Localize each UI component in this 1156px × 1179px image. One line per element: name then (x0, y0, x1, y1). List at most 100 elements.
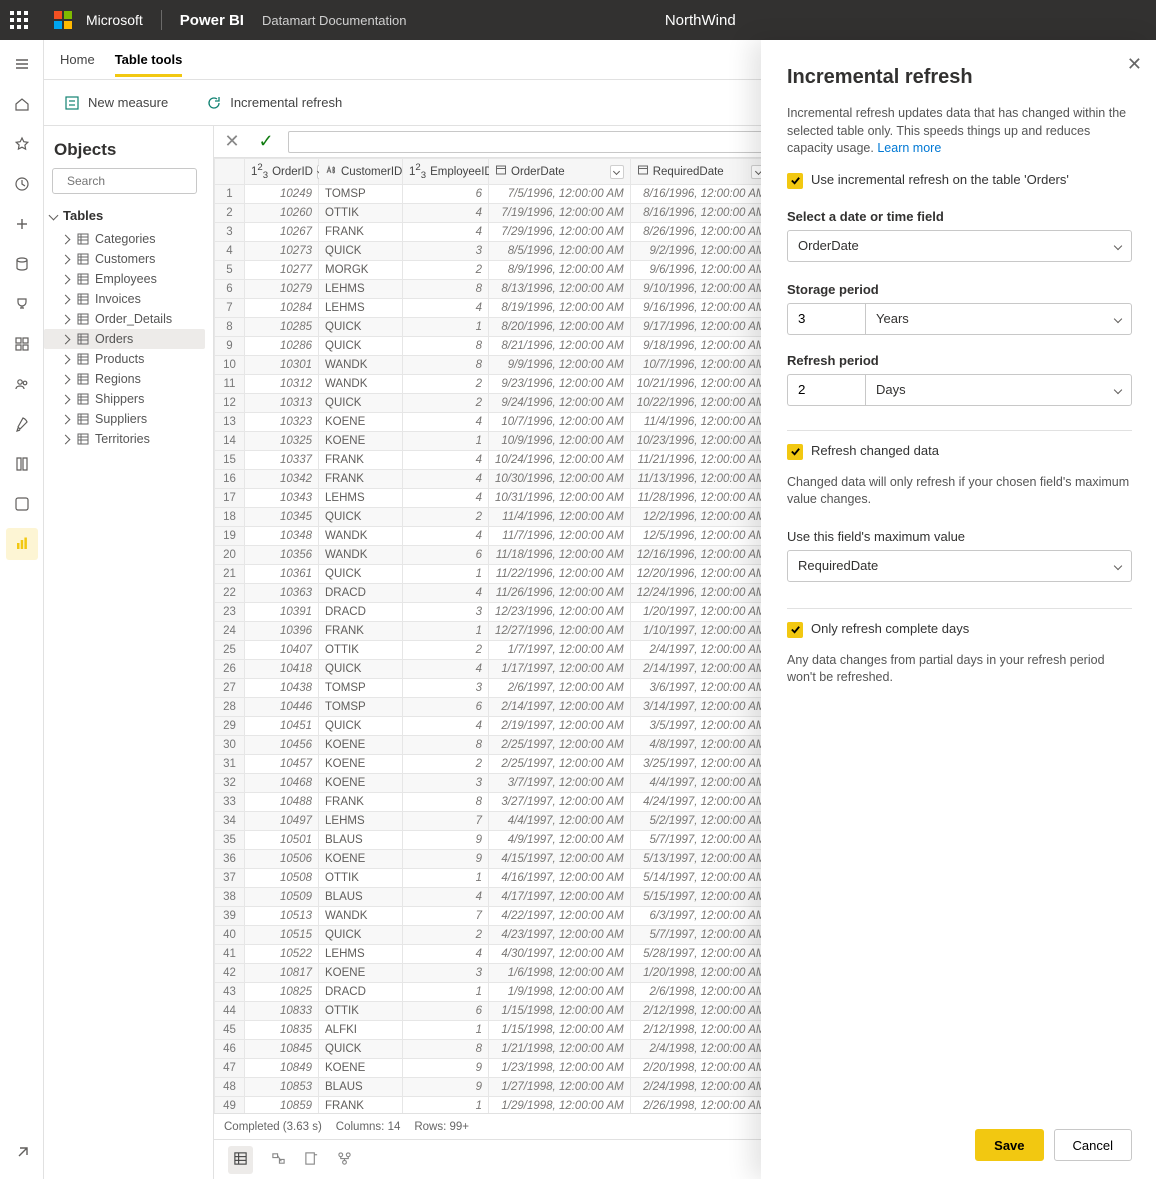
cell[interactable]: 11/18/1996, 12:00:00 AM (489, 546, 631, 565)
cell[interactable]: QUICK (319, 508, 403, 527)
cell[interactable]: 8/13/1996, 12:00:00 AM (489, 280, 631, 299)
cell[interactable]: 10345 (245, 508, 319, 527)
cell[interactable]: 10/9/1996, 12:00:00 AM (489, 432, 631, 451)
cell[interactable]: 4 (403, 299, 489, 318)
cell[interactable]: 10468 (245, 774, 319, 793)
table-row[interactable]: 3210468KOENE33/7/1997, 12:00:00 AM4/4/19… (215, 774, 817, 793)
cell[interactable]: KOENE (319, 850, 403, 869)
cell[interactable]: 6/3/1997, 12:00:00 AM (630, 907, 772, 926)
cell[interactable]: 8/16/1996, 12:00:00 AM (630, 204, 772, 223)
cell[interactable]: QUICK (319, 717, 403, 736)
cell[interactable]: WANDK (319, 527, 403, 546)
cell[interactable]: 4 (403, 527, 489, 546)
tab-table-tools[interactable]: Table tools (115, 42, 183, 77)
refresh-value-input[interactable] (787, 374, 865, 406)
cell[interactable]: 2/19/1997, 12:00:00 AM (489, 717, 631, 736)
cell[interactable]: DRACD (319, 603, 403, 622)
cell[interactable]: 1/7/1997, 12:00:00 AM (489, 641, 631, 660)
cell[interactable]: 7/5/1996, 12:00:00 AM (489, 185, 631, 204)
cell[interactable]: 1 (403, 1021, 489, 1040)
cell[interactable]: 10509 (245, 888, 319, 907)
table-row[interactable]: 1210313QUICK29/24/1996, 12:00:00 AM10/22… (215, 394, 817, 413)
cell[interactable]: 10286 (245, 337, 319, 356)
cell[interactable]: 2/12/1998, 12:00:00 AM (630, 1021, 772, 1040)
table-row[interactable]: 410273QUICK38/5/1996, 12:00:00 AM9/2/199… (215, 242, 817, 261)
cell[interactable]: 2/25/1997, 12:00:00 AM (489, 755, 631, 774)
cell[interactable]: KOENE (319, 755, 403, 774)
table-row[interactable]: 2610418QUICK41/17/1997, 12:00:00 AM2/14/… (215, 660, 817, 679)
cell[interactable]: 8/9/1996, 12:00:00 AM (489, 261, 631, 280)
cell[interactable]: 4/17/1997, 12:00:00 AM (489, 888, 631, 907)
table-row[interactable]: 4510835ALFKI11/15/1998, 12:00:00 AM2/12/… (215, 1021, 817, 1040)
cell[interactable]: 10267 (245, 223, 319, 242)
cell[interactable]: 4 (403, 470, 489, 489)
cell[interactable]: 4 (403, 204, 489, 223)
cell[interactable]: 10456 (245, 736, 319, 755)
cell[interactable]: 2 (403, 261, 489, 280)
table-row[interactable]: 2910451QUICK42/19/1997, 12:00:00 AM3/5/1… (215, 717, 817, 736)
table-row[interactable]: 4210817KOENE31/6/1998, 12:00:00 AM1/20/1… (215, 964, 817, 983)
cell[interactable]: 1/29/1998, 12:00:00 AM (489, 1097, 631, 1113)
table-row[interactable]: 3710508OTTIK14/16/1997, 12:00:00 AM5/14/… (215, 869, 817, 888)
cell[interactable]: 2/6/1997, 12:00:00 AM (489, 679, 631, 698)
cell[interactable]: 11/28/1996, 12:00:00 AM (630, 489, 772, 508)
cell[interactable]: BLAUS (319, 831, 403, 850)
storage-unit-select[interactable]: Years (865, 303, 1132, 335)
cell[interactable]: 8 (403, 337, 489, 356)
cell[interactable]: 12/20/1996, 12:00:00 AM (630, 565, 772, 584)
cell[interactable]: 4 (403, 584, 489, 603)
cell[interactable]: 1 (403, 622, 489, 641)
cell[interactable]: DRACD (319, 983, 403, 1002)
learn-more-link[interactable]: Learn more (877, 141, 941, 155)
table-row[interactable]: 1910348WANDK411/7/1996, 12:00:00 AM12/5/… (215, 527, 817, 546)
table-row[interactable]: 1710343LEHMS410/31/1996, 12:00:00 AM11/2… (215, 489, 817, 508)
cell[interactable]: OTTIK (319, 869, 403, 888)
cell[interactable]: 4 (403, 489, 489, 508)
cell[interactable]: 10515 (245, 926, 319, 945)
cell[interactable]: 10391 (245, 603, 319, 622)
cell[interactable]: 1/6/1998, 12:00:00 AM (489, 964, 631, 983)
table-row[interactable]: 2310391DRACD312/23/1996, 12:00:00 AM1/20… (215, 603, 817, 622)
close-icon[interactable]: ✕ (1127, 54, 1142, 75)
table-item-shippers[interactable]: Shippers (44, 389, 205, 409)
table-item-regions[interactable]: Regions (44, 369, 205, 389)
cell[interactable]: 10835 (245, 1021, 319, 1040)
table-row[interactable]: 3310488FRANK83/27/1997, 12:00:00 AM4/24/… (215, 793, 817, 812)
cell[interactable]: LEHMS (319, 299, 403, 318)
cell[interactable]: DRACD (319, 584, 403, 603)
table-row[interactable]: 1010301WANDK89/9/1996, 12:00:00 AM10/7/1… (215, 356, 817, 375)
cell[interactable]: 11/7/1996, 12:00:00 AM (489, 527, 631, 546)
cell[interactable]: 12/24/1996, 12:00:00 AM (630, 584, 772, 603)
cell[interactable]: 6 (403, 1002, 489, 1021)
table-row[interactable]: 2410396FRANK112/27/1996, 12:00:00 AM1/10… (215, 622, 817, 641)
cell[interactable]: KOENE (319, 413, 403, 432)
incremental-refresh-button[interactable]: Incremental refresh (198, 89, 350, 117)
table-row[interactable]: 2710438TOMSP32/6/1997, 12:00:00 AM3/6/19… (215, 679, 817, 698)
cell[interactable]: 10356 (245, 546, 319, 565)
cell[interactable]: MORGK (319, 261, 403, 280)
cell[interactable]: FRANK (319, 793, 403, 812)
cell[interactable]: 10/24/1996, 12:00:00 AM (489, 451, 631, 470)
table-row[interactable]: 4710849KOENE91/23/1998, 12:00:00 AM2/20/… (215, 1059, 817, 1078)
table-row[interactable]: 610279LEHMS88/13/1996, 12:00:00 AM9/10/1… (215, 280, 817, 299)
cell[interactable]: 3/14/1997, 12:00:00 AM (630, 698, 772, 717)
star-icon[interactable] (6, 128, 38, 160)
table-row[interactable]: 2810446TOMSP62/14/1997, 12:00:00 AM3/14/… (215, 698, 817, 717)
cell[interactable]: 10/7/1996, 12:00:00 AM (630, 356, 772, 375)
table-row[interactable]: 1510337FRANK410/24/1996, 12:00:00 AM11/2… (215, 451, 817, 470)
cell[interactable]: 2/14/1997, 12:00:00 AM (489, 698, 631, 717)
cell[interactable]: 2/14/1997, 12:00:00 AM (630, 660, 772, 679)
table-row[interactable]: 3110457KOENE22/25/1997, 12:00:00 AM3/25/… (215, 755, 817, 774)
cell[interactable]: 4/16/1997, 12:00:00 AM (489, 869, 631, 888)
cell[interactable]: 11/26/1996, 12:00:00 AM (489, 584, 631, 603)
cell[interactable]: 10501 (245, 831, 319, 850)
plus-icon[interactable] (6, 208, 38, 240)
accept-formula-icon[interactable]: ✓ (254, 126, 278, 157)
cell[interactable]: 12/2/1996, 12:00:00 AM (630, 508, 772, 527)
cell[interactable]: 10833 (245, 1002, 319, 1021)
cell[interactable]: 10522 (245, 945, 319, 964)
cell[interactable]: 4/24/1997, 12:00:00 AM (630, 793, 772, 812)
cell[interactable]: 8 (403, 1040, 489, 1059)
table-row[interactable]: 910286QUICK88/21/1996, 12:00:00 AM9/18/1… (215, 337, 817, 356)
waffle-icon[interactable] (10, 11, 28, 29)
